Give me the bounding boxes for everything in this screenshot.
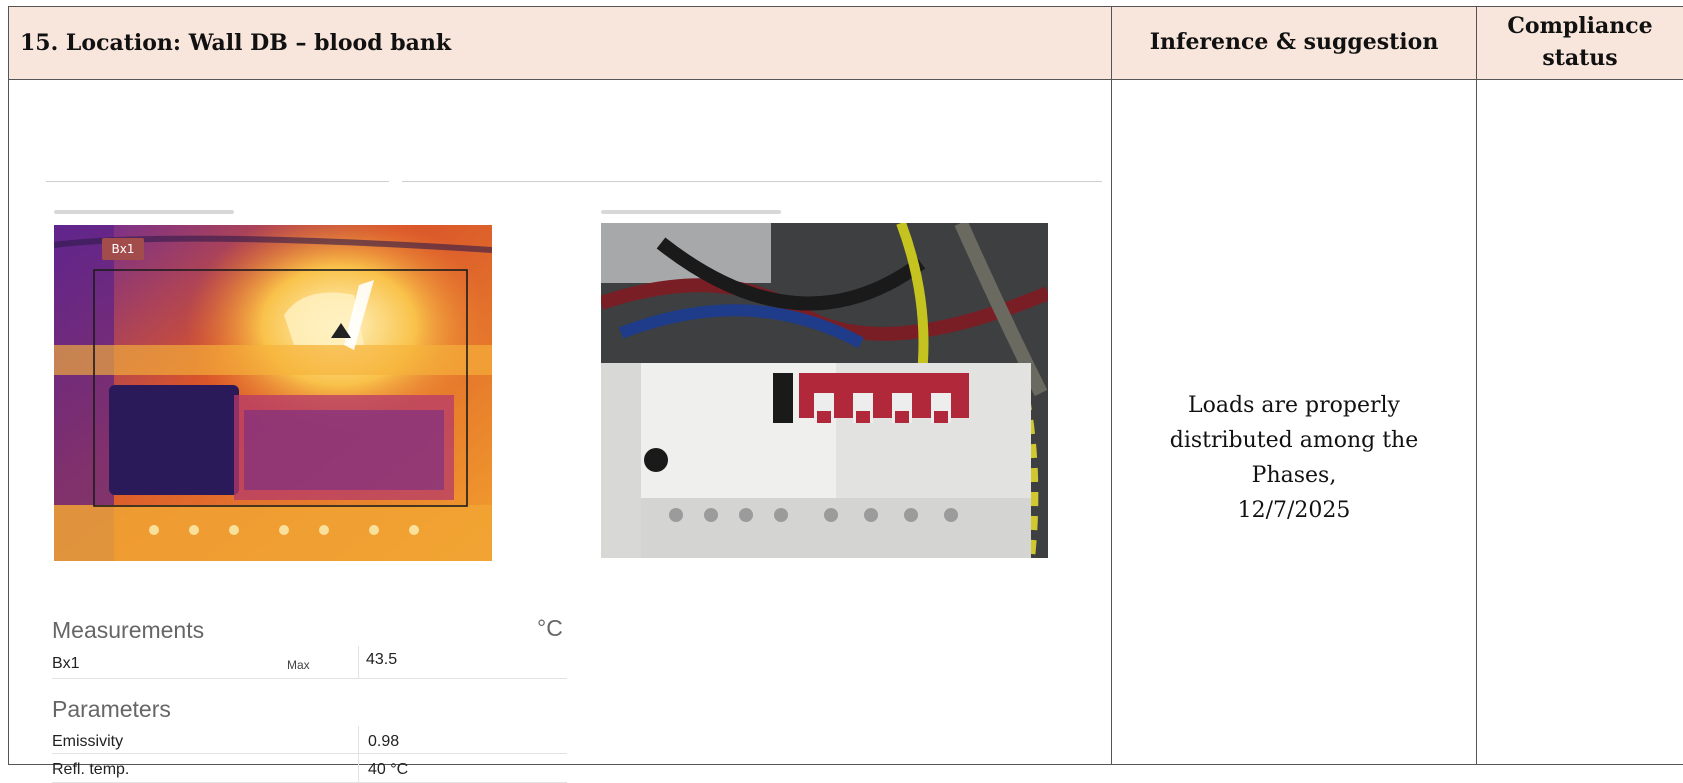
inference-title: Inference & suggestion	[1150, 29, 1439, 55]
embedded-rule-right	[402, 181, 1102, 182]
location-title: 15. Location: Wall DB – blood bank	[20, 30, 451, 56]
inference-line-4: 12/7/2025	[1112, 493, 1476, 528]
parameters-title: Parameters	[52, 696, 171, 723]
compliance-title-line2: status	[1477, 43, 1683, 75]
measurement-rule	[52, 678, 567, 679]
parameter-rule-1	[52, 753, 567, 754]
measurements-unit: °C	[537, 615, 563, 642]
report-table: 15. Location: Wall DB – blood bank Infer…	[8, 6, 1683, 765]
thermal-caption-blur	[54, 210, 234, 214]
parameter-emissivity-name: Emissivity	[52, 733, 123, 751]
visual-photo	[601, 223, 1048, 558]
thermal-box-label: Bx1	[102, 238, 144, 260]
measurement-divider	[358, 646, 359, 678]
measurements-title: Measurements	[52, 617, 204, 644]
embedded-rule-left	[46, 181, 389, 182]
inference-line-2: distributed among the	[1112, 423, 1476, 458]
thermal-image: Bx1	[54, 225, 492, 561]
inference-header: Inference & suggestion	[1112, 7, 1477, 80]
images-cell: Bx1	[9, 80, 1112, 765]
inference-line-3: Phases,	[1112, 458, 1476, 493]
inference-cell: Loads are properly distributed among the…	[1112, 80, 1477, 765]
parameter-refl-temp-value: 40 °C	[368, 761, 408, 779]
compliance-title-line1: Compliance	[1477, 11, 1683, 43]
location-header: 15. Location: Wall DB – blood bank	[9, 7, 1112, 80]
thermal-image-graphic	[54, 225, 492, 561]
compliance-header: Compliance status	[1477, 7, 1683, 80]
parameter-divider	[358, 726, 359, 782]
parameter-refl-temp-name: Refl. temp.	[52, 761, 129, 779]
inference-line-1: Loads are properly	[1112, 388, 1476, 423]
compliance-cell	[1477, 80, 1683, 765]
parameter-emissivity-value: 0.98	[368, 733, 399, 751]
photo-caption-blur	[601, 210, 781, 214]
inference-text: Loads are properly distributed among the…	[1112, 388, 1476, 528]
measurement-row-value: 43.5	[366, 651, 397, 669]
visual-photo-graphic	[601, 223, 1048, 558]
measurement-row-name: Bx1	[52, 655, 80, 673]
measurement-row-type: Max	[287, 658, 310, 672]
